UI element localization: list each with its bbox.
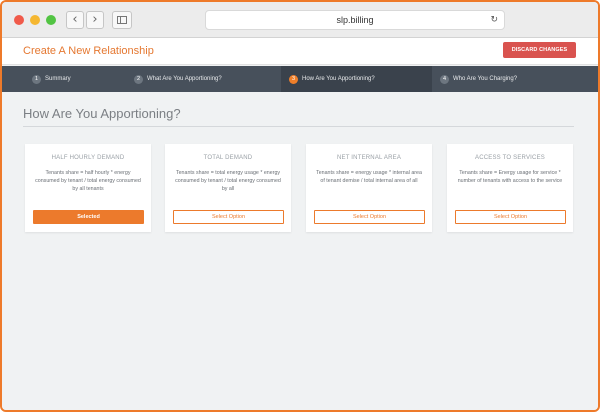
select-option-button[interactable]: Select Option xyxy=(173,210,284,224)
step-what-apportioning[interactable]: 2 What Are You Apportioning? xyxy=(126,66,281,92)
forward-icon[interactable]: › xyxy=(86,11,104,29)
reload-icon[interactable]: ↻ xyxy=(490,11,498,29)
select-option-button[interactable]: Select Option xyxy=(455,210,566,224)
option-description: Tenants share = half hourly * energy con… xyxy=(35,170,141,192)
step-number: 2 xyxy=(134,74,143,84)
step-how-apportioning[interactable]: 3 How Are You Apportioning? xyxy=(281,66,432,92)
step-who-charging[interactable]: 4 Who Are You Charging? xyxy=(432,66,598,92)
page-header-title: Create A New Relationship xyxy=(23,45,154,57)
option-card-access-to-services: ACCESS TO SERVICES Tenants share = Energ… xyxy=(447,144,573,232)
step-number: 4 xyxy=(440,74,449,84)
address-bar[interactable]: slp.billing ↻ xyxy=(205,10,505,30)
step-label: What Are You Apportioning? xyxy=(147,76,222,82)
step-number: 1 xyxy=(32,74,41,84)
option-title: HALF HOURLY DEMAND xyxy=(51,155,125,161)
url-text: slp.billing xyxy=(336,15,374,25)
maximize-window-button[interactable] xyxy=(46,15,56,25)
option-title: TOTAL DEMAND xyxy=(203,155,253,161)
option-title: ACCESS TO SERVICES xyxy=(475,155,545,161)
option-description: Tenants share = total energy usage * ene… xyxy=(175,170,281,192)
discard-changes-button[interactable]: DISCARD CHANGES xyxy=(503,42,576,58)
option-card-net-internal-area: NET INTERNAL AREA Tenants share = energy… xyxy=(306,144,432,232)
app-header: Create A New Relationship DISCARD CHANGE… xyxy=(2,38,598,65)
step-summary[interactable]: 1 Summary xyxy=(22,66,126,92)
select-option-button[interactable]: Select Option xyxy=(314,210,425,224)
sidebar-toggle-icon[interactable] xyxy=(112,11,132,29)
browser-toolbar: ‹ › slp.billing ↻ xyxy=(2,2,598,38)
option-card-total-demand: TOTAL DEMAND Tenants share = total energ… xyxy=(165,144,291,232)
step-label: How Are You Apportioning? xyxy=(302,76,375,82)
option-description: Tenants share = energy usage * internal … xyxy=(316,170,422,184)
step-label: Summary xyxy=(45,76,71,82)
page-title: How Are You Apportioning? xyxy=(23,106,181,121)
step-label: Who Are You Charging? xyxy=(453,76,518,82)
browser-window: ‹ › slp.billing ↻ Create A New Relations… xyxy=(0,0,600,412)
divider xyxy=(23,126,574,127)
main-content: How Are You Apportioning? HALF HOURLY DE… xyxy=(2,92,598,410)
progress-steps: 1 Summary 2 What Are You Apportioning? 3… xyxy=(2,66,598,92)
option-card-half-hourly-demand: HALF HOURLY DEMAND Tenants share = half … xyxy=(25,144,151,232)
back-icon[interactable]: ‹ xyxy=(66,11,84,29)
selected-button[interactable]: Selected xyxy=(33,210,144,224)
close-window-button[interactable] xyxy=(14,15,24,25)
option-title: NET INTERNAL AREA xyxy=(336,155,402,161)
minimize-window-button[interactable] xyxy=(30,15,40,25)
option-description: Tenants share = Energy usage for service… xyxy=(457,170,563,184)
step-number: 3 xyxy=(289,74,298,84)
